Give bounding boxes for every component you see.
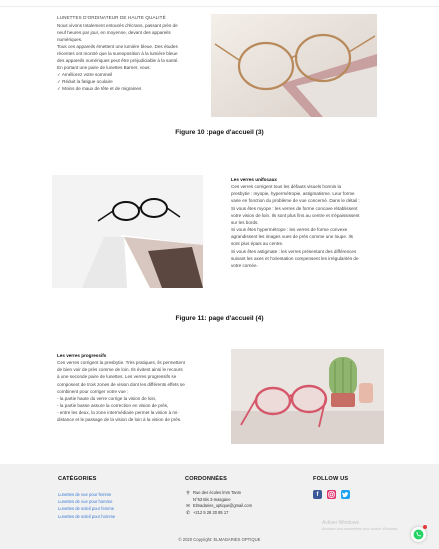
section3-heading: Les verres progressifs [57, 353, 107, 358]
section1-benefit: ✓ Moins de maux de tête et de migraines [57, 86, 142, 92]
section1-benefit: ✓ Réduit la fatigue oculaire [57, 79, 113, 85]
address-line-2: N°63 Bis 3-masgane [193, 496, 231, 502]
phone-icon: ✆ [186, 509, 190, 515]
follow-title: FOLLOW US [313, 476, 349, 482]
section2-line: Ces verres corrigent tous les défauts vi… [231, 184, 342, 190]
section1-line: En portant une paire de lunettes Barner,… [57, 65, 151, 71]
section1-line: numériques. [57, 36, 83, 42]
section1-heading: LUNETTES D'ORDINATEUR DE HAUTE QUALITÉ [57, 15, 166, 20]
category-link-men-sunglasses[interactable]: Lunettes de soleil pour homme [58, 513, 115, 520]
section2-text: Les verres unifocaux Ces verres corrigen… [231, 176, 388, 269]
glasses-photo-1 [211, 14, 377, 117]
copyright-text: © 2020 Copyright: ELMADARIES OPTIQUE [178, 537, 261, 542]
section1-line: neuf heures par jour, en moyenne, devant… [57, 29, 171, 35]
category-link-women-sunglasses[interactable]: Lunettes de soleil pour femme [58, 505, 115, 512]
social-links: f [313, 490, 350, 499]
section1-line: récentes ont montré que la surexposition… [57, 50, 178, 56]
section1-line: des appareils numériques peut être préju… [57, 58, 179, 64]
section2-line: agrandissent les images vues de près com… [231, 234, 354, 240]
section3-line: à une seconde paire de lunettes. Les ver… [57, 374, 177, 380]
whatsapp-icon [413, 529, 424, 540]
section3-line: distance et le passage de la vision de l… [57, 417, 182, 423]
email-link[interactable]: Elmadaries_optique@gmail.com [193, 503, 252, 510]
section2-line: sont plus épais au centre. [231, 241, 284, 247]
glasses-photo-2 [52, 175, 203, 288]
whatsapp-button[interactable] [411, 527, 426, 542]
phone-number[interactable]: +212 5 28 20 85 17 [193, 510, 228, 517]
figure-caption-11: Figure 11: page d'accueil (4) [175, 315, 264, 322]
section3-line: combinent pour corriger votre vue : [57, 388, 129, 394]
section3-line: de bien voir de près comme de loin. Ils … [57, 367, 183, 373]
section3-line: Ces verres corrigent la presbytie. Très … [57, 360, 185, 366]
address-line-1: Rue des écoles lmm Tanm [193, 490, 242, 495]
section2-line: votre vision de loin. Ils sont plus fins… [231, 212, 360, 218]
section2-line: presbytie : myopie, hypermétropie, astig… [231, 191, 355, 197]
section1-line: Nous vivons totalement entourés d'écrans… [57, 22, 178, 28]
envelope-icon: ✉ [186, 503, 190, 509]
section3-line: - la partie basse assure la correction e… [57, 403, 169, 409]
instagram-icon[interactable] [327, 490, 336, 499]
section1-benefit: ✓ Améliorez votre sommeil [57, 72, 113, 78]
top-divider [0, 6, 439, 7]
map-pin-icon: ⚲ [186, 490, 190, 495]
section2-line: Si vous êtes astigmate : les verres prés… [231, 248, 357, 254]
section2-line: Si vous êtes myope : les verres de forme… [231, 205, 358, 211]
windows-activation-watermark: Activer Windows Accédez aux paramètres p… [322, 520, 398, 532]
section3-line: composent de trois zones de vision dont … [57, 381, 185, 387]
section2-line: sur les bords. [231, 219, 259, 225]
figure-caption-10: Figure 10 :page d'accueil (3) [175, 129, 264, 136]
contact-title: CORDONNÉES [185, 476, 228, 482]
category-link-women-glasses[interactable]: Lunettes de vue pour femme [58, 491, 115, 498]
section1-line: Tous ces appareils émettent une lumière … [57, 43, 178, 49]
section2-heading: Les verres unifocaux [231, 177, 277, 182]
twitter-icon[interactable] [341, 490, 350, 499]
category-link-men-glasses[interactable]: Lunettes de vue pour homme [58, 498, 115, 505]
glasses-photo-3 [231, 349, 384, 444]
section3-line: - la partie haute du verre corrige la vi… [57, 395, 157, 401]
categories-list: Lunettes de vue pour femme Lunettes de v… [58, 491, 115, 520]
watermark-subtitle: Accédez aux paramètres pour activer Wind… [322, 527, 399, 531]
categories-title: CATÉGORIES [58, 476, 97, 482]
facebook-icon[interactable]: f [313, 490, 322, 499]
notification-dot [423, 525, 427, 529]
section2-line: Si vous êtes hypermétrope : les verres d… [231, 227, 348, 233]
section3-text: Les verres progressifs Ces verres corrig… [57, 352, 215, 424]
section2-line: suivant les axes et l'orientation compen… [231, 255, 359, 261]
section2-line: varie en fonction du problème de vue con… [231, 198, 360, 204]
section1-text: LUNETTES D'ORDINATEUR DE HAUTE QUALITÉ N… [57, 14, 207, 93]
section2-line: votre cornée. [231, 262, 258, 268]
contact-info: ⚲ Rue des écoles lmm Tanm N°63 Bis 3-mas… [185, 490, 252, 516]
section3-line: - entre les deux, la zone intermédiaire … [57, 410, 179, 416]
